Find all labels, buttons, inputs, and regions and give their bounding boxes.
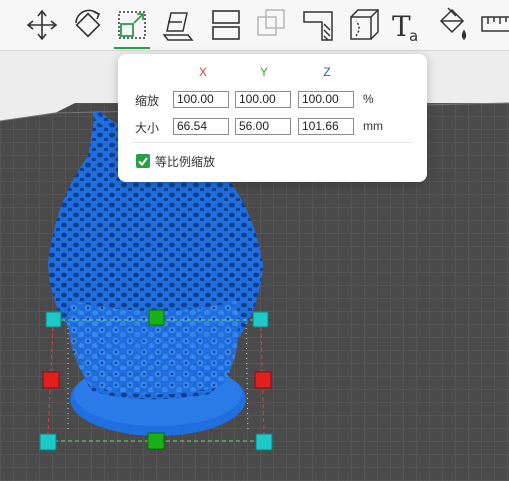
scale-unit: %: [363, 92, 374, 106]
axis-z-header: Z: [323, 65, 331, 79]
uniform-scale-checkbox[interactable]: [136, 154, 150, 168]
scale-tool-icon[interactable]: [112, 4, 152, 49]
panel-divider: [132, 142, 413, 143]
svg-text:a: a: [409, 27, 418, 45]
lay-on-face-icon[interactable]: [158, 4, 198, 46]
axis-y-header: Y: [259, 65, 268, 79]
text-tool-icon[interactable]: T a: [388, 4, 428, 46]
size-row-label: 大小: [135, 121, 160, 135]
scale-panel: X Y Z 缩放 100.00 100.00 100.00 % 大小 66.54…: [118, 54, 427, 182]
size-unit: mm: [363, 119, 383, 133]
scale-handle-bottom-right[interactable]: [255, 433, 273, 451]
boolean-icon[interactable]: [252, 4, 292, 46]
uniform-scale-label: 等比例缩放: [155, 155, 216, 169]
scale-row-label: 缩放: [135, 94, 160, 108]
scale-handle-mid-right[interactable]: [254, 371, 272, 389]
scale-z-input[interactable]: 100.00: [298, 91, 354, 108]
cube-icon[interactable]: [344, 4, 384, 46]
move-tool-icon[interactable]: [22, 4, 62, 46]
paint-bucket-icon[interactable]: [432, 4, 472, 46]
size-y-input[interactable]: 56.00: [235, 118, 291, 135]
scale-handle-bottom-mid[interactable]: [147, 432, 165, 450]
split-object-icon[interactable]: [206, 4, 246, 46]
rotate-tool-icon[interactable]: [68, 4, 108, 46]
axis-x-header: X: [198, 65, 207, 79]
size-x-input[interactable]: 66.54: [173, 118, 229, 135]
scale-handle-top-left[interactable]: [45, 311, 62, 328]
measure-cut-icon[interactable]: [298, 4, 338, 46]
scale-handle-mid-left[interactable]: [42, 371, 60, 389]
checkmark-icon: [138, 157, 148, 167]
scale-handle-top-mid[interactable]: [148, 309, 165, 326]
top-toolbar: T a: [0, 0, 509, 51]
size-z-input[interactable]: 101.66: [298, 118, 354, 135]
scale-x-input[interactable]: 100.00: [173, 91, 229, 108]
ruler-icon[interactable]: [478, 4, 509, 46]
scale-handle-top-right[interactable]: [252, 311, 269, 328]
scale-handle-bottom-left[interactable]: [39, 433, 57, 451]
scale-y-input[interactable]: 100.00: [235, 91, 291, 108]
